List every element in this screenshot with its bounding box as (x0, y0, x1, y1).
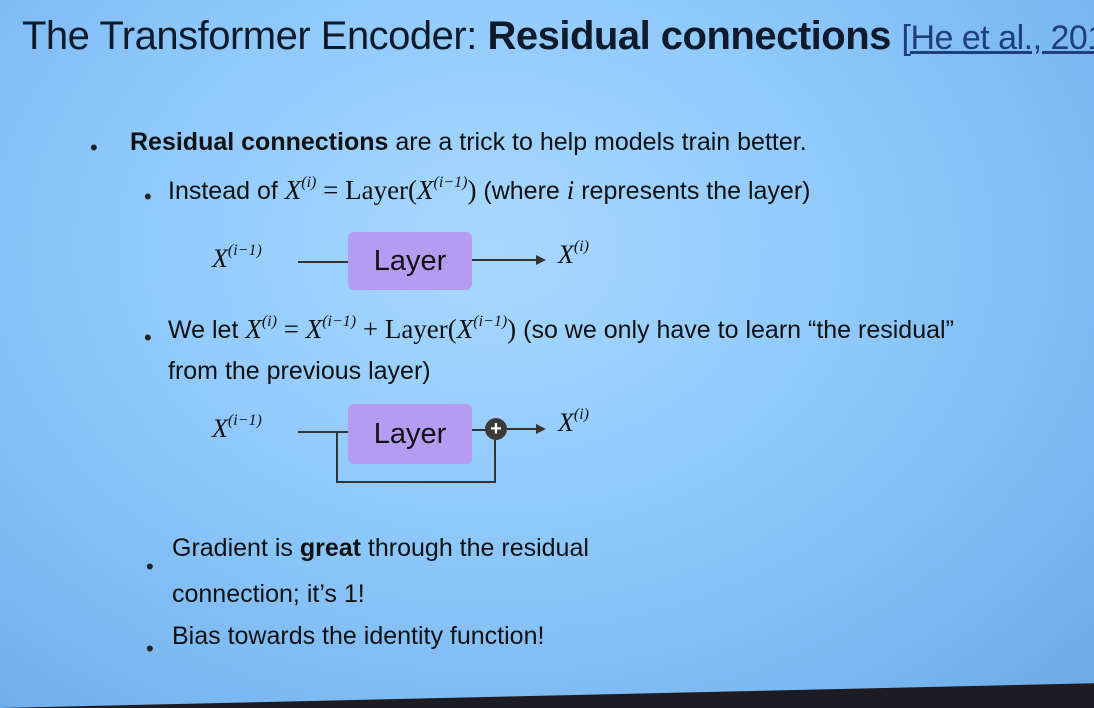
bullet-bias-identity: Bias towards the identity function! (172, 622, 545, 650)
diagram2-layer-box: Layer (348, 404, 472, 464)
bullet-dot: • (90, 135, 98, 160)
diagram2-output-label: X(i) (558, 406, 589, 437)
diagram2-skip-down (336, 431, 338, 483)
diagram1-output-line (472, 259, 536, 261)
diagram1-arrow-icon (536, 255, 546, 265)
citation-link[interactable]: [He et al., 2016] (902, 19, 1094, 57)
diagram2-skip-bottom (336, 481, 496, 483)
bullet-we-let: We let X(i) = X(i−1) + Layer(X(i−1)) (so… (168, 313, 954, 344)
diagram1-input-label: X(i−1) (212, 242, 262, 273)
bullet-instead-of: Instead of X(i) = Layer(X(i−1)) (where i… (168, 174, 811, 205)
diagram1-input-line (298, 261, 348, 263)
sub-bullet-dot: • (146, 636, 154, 661)
sub-bullet-dot: • (144, 184, 152, 209)
slide-title: The Transformer Encoder: Residual connec… (22, 14, 1094, 59)
diagram2-input-line (298, 431, 348, 433)
bullet-gradient: Gradient is great through the residual (172, 534, 589, 562)
diagram1-output-label: X(i) (558, 238, 589, 269)
diagram2-arrow-icon (536, 424, 546, 434)
sub-bullet-dot: • (144, 325, 152, 350)
diagram2-input-label: X(i−1) (212, 412, 262, 443)
diagram1-layer-box: Layer (348, 232, 472, 290)
plus-circle-icon: + (485, 418, 507, 440)
bullet-residual-connections: Residual connections are a trick to help… (130, 128, 807, 156)
diagram2-output-line (507, 428, 537, 430)
bullet-we-let-line2: from the previous layer) (168, 357, 431, 385)
diagram2-layer-to-plus (472, 429, 486, 431)
bullet-gradient-line2: connection; it’s 1! (172, 580, 365, 608)
slide: The Transformer Encoder: Residual connec… (0, 0, 1094, 708)
title-bold: Residual connections (487, 14, 891, 58)
diagram2-skip-up (494, 440, 496, 483)
sub-bullet-dot: • (146, 554, 154, 579)
